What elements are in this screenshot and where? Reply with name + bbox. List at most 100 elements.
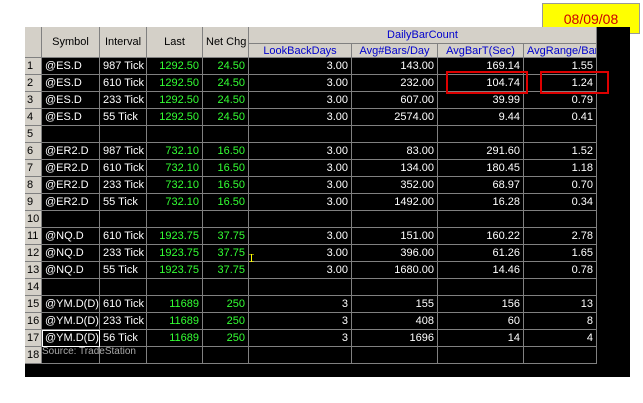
table-cell[interactable]: 24.50 (203, 109, 249, 126)
table-cell[interactable]: 68.97 (438, 177, 524, 194)
table-cell[interactable]: 1292.50 (147, 92, 203, 109)
table-cell[interactable]: 1.18 (524, 160, 597, 177)
row-number[interactable]: 4 (25, 109, 42, 126)
table-cell[interactable]: 2.78 (524, 228, 597, 245)
table-cell[interactable]: 39.99 (438, 92, 524, 109)
table-cell[interactable]: 14 (438, 330, 524, 347)
table-cell[interactable]: 24.50 (203, 58, 249, 75)
column-header-5[interactable]: LookBackDays (249, 44, 352, 58)
table-cell[interactable] (352, 126, 438, 143)
table-cell[interactable]: @NQ.D (42, 228, 100, 245)
table-cell[interactable]: 0.78 (524, 262, 597, 279)
table-cell[interactable]: 250 (203, 313, 249, 330)
table-cell[interactable]: 1923.75 (147, 228, 203, 245)
column-header-8[interactable]: AvgRange/Bar (524, 44, 597, 58)
table-cell[interactable]: 16.28 (438, 194, 524, 211)
table-cell[interactable]: 352.00 (352, 177, 438, 194)
table-cell[interactable]: 233 Tick (100, 177, 147, 194)
table-cell[interactable]: 1292.50 (147, 58, 203, 75)
table-cell[interactable]: 1492.00 (352, 194, 438, 211)
table-cell[interactable]: 232.00 (352, 75, 438, 92)
table-cell[interactable]: 1680.00 (352, 262, 438, 279)
table-cell[interactable]: @YM.D(D) (42, 313, 100, 330)
table-cell[interactable]: 83.00 (352, 143, 438, 160)
table-cell[interactable]: 987 Tick (100, 58, 147, 75)
table-cell[interactable]: 610 Tick (100, 75, 147, 92)
table-cell[interactable] (147, 211, 203, 228)
table-cell[interactable] (42, 279, 100, 296)
table-cell[interactable]: 11689 (147, 313, 203, 330)
table-cell[interactable] (438, 211, 524, 228)
table-cell[interactable]: 134.00 (352, 160, 438, 177)
table-cell[interactable]: 3 (249, 313, 352, 330)
table-cell[interactable]: 250 (203, 330, 249, 347)
table-cell[interactable]: 3.00 (249, 92, 352, 109)
table-cell[interactable]: 3.00 (249, 160, 352, 177)
table-cell[interactable]: 4 (524, 330, 597, 347)
table-cell[interactable] (42, 126, 100, 143)
table-cell[interactable]: 3.00 (249, 143, 352, 160)
table-cell[interactable]: 13 (524, 296, 597, 313)
table-cell[interactable] (42, 211, 100, 228)
row-number[interactable]: 10 (25, 211, 42, 228)
table-cell[interactable]: 610 Tick (100, 160, 147, 177)
table-cell[interactable]: 0.34 (524, 194, 597, 211)
row-number[interactable]: 3 (25, 92, 42, 109)
table-cell[interactable]: 732.10 (147, 160, 203, 177)
table-cell[interactable]: 233 Tick (100, 313, 147, 330)
table-cell[interactable]: 60 (438, 313, 524, 330)
table-cell[interactable]: 180.45 (438, 160, 524, 177)
table-cell[interactable] (438, 347, 524, 364)
table-cell[interactable]: 233 Tick (100, 245, 147, 262)
table-cell[interactable]: 1923.75 (147, 262, 203, 279)
table-cell[interactable]: 3.00 (249, 194, 352, 211)
table-cell[interactable]: 610 Tick (100, 296, 147, 313)
table-cell[interactable]: 16.50 (203, 160, 249, 177)
table-cell[interactable]: @NQ.D (42, 262, 100, 279)
table-cell[interactable]: 14.46 (438, 262, 524, 279)
column-header-1[interactable]: Symbol (42, 27, 100, 58)
table-cell[interactable]: @ER2.D (42, 194, 100, 211)
table-cell[interactable] (203, 279, 249, 296)
table-cell[interactable]: 0.41 (524, 109, 597, 126)
table-cell[interactable]: 160.22 (438, 228, 524, 245)
table-cell[interactable]: @ES.D (42, 109, 100, 126)
row-number[interactable]: 13 (25, 262, 42, 279)
table-cell[interactable]: 8 (524, 313, 597, 330)
row-number[interactable]: 7 (25, 160, 42, 177)
table-cell[interactable]: 3.00 (249, 109, 352, 126)
table-cell[interactable]: 3.00 (249, 245, 352, 262)
table-cell[interactable]: 732.10 (147, 194, 203, 211)
table-cell[interactable] (100, 279, 147, 296)
table-cell[interactable]: 55 Tick (100, 109, 147, 126)
row-number[interactable]: 6 (25, 143, 42, 160)
table-cell[interactable]: 396.00 (352, 245, 438, 262)
row-number[interactable]: 17 (25, 330, 42, 347)
table-cell[interactable]: 3.00 (249, 262, 352, 279)
table-cell[interactable] (203, 347, 249, 364)
table-cell[interactable]: 156 (438, 296, 524, 313)
table-cell[interactable]: @YM.D(D) (42, 296, 100, 313)
table-cell[interactable]: 610 Tick (100, 228, 147, 245)
table-cell[interactable]: 1292.50 (147, 75, 203, 92)
table-cell[interactable] (203, 126, 249, 143)
table-cell[interactable]: 1.52 (524, 143, 597, 160)
table-cell[interactable] (524, 211, 597, 228)
table-cell[interactable]: 37.75 (203, 245, 249, 262)
row-number[interactable]: 11 (25, 228, 42, 245)
table-cell[interactable]: 607.00 (352, 92, 438, 109)
table-cell[interactable] (203, 211, 249, 228)
table-cell[interactable]: 3.00 (249, 228, 352, 245)
table-cell[interactable]: 408 (352, 313, 438, 330)
table-cell[interactable]: 233 Tick (100, 92, 147, 109)
row-number[interactable]: 16 (25, 313, 42, 330)
table-cell[interactable]: 16.50 (203, 143, 249, 160)
row-number[interactable]: 15 (25, 296, 42, 313)
column-header-6[interactable]: Avg#Bars/Day (352, 44, 438, 58)
table-cell[interactable] (249, 347, 352, 364)
row-number[interactable]: 2 (25, 75, 42, 92)
table-cell[interactable]: 732.10 (147, 177, 203, 194)
table-cell[interactable]: 55 Tick (100, 194, 147, 211)
table-cell[interactable]: 155 (352, 296, 438, 313)
row-number[interactable]: 14 (25, 279, 42, 296)
